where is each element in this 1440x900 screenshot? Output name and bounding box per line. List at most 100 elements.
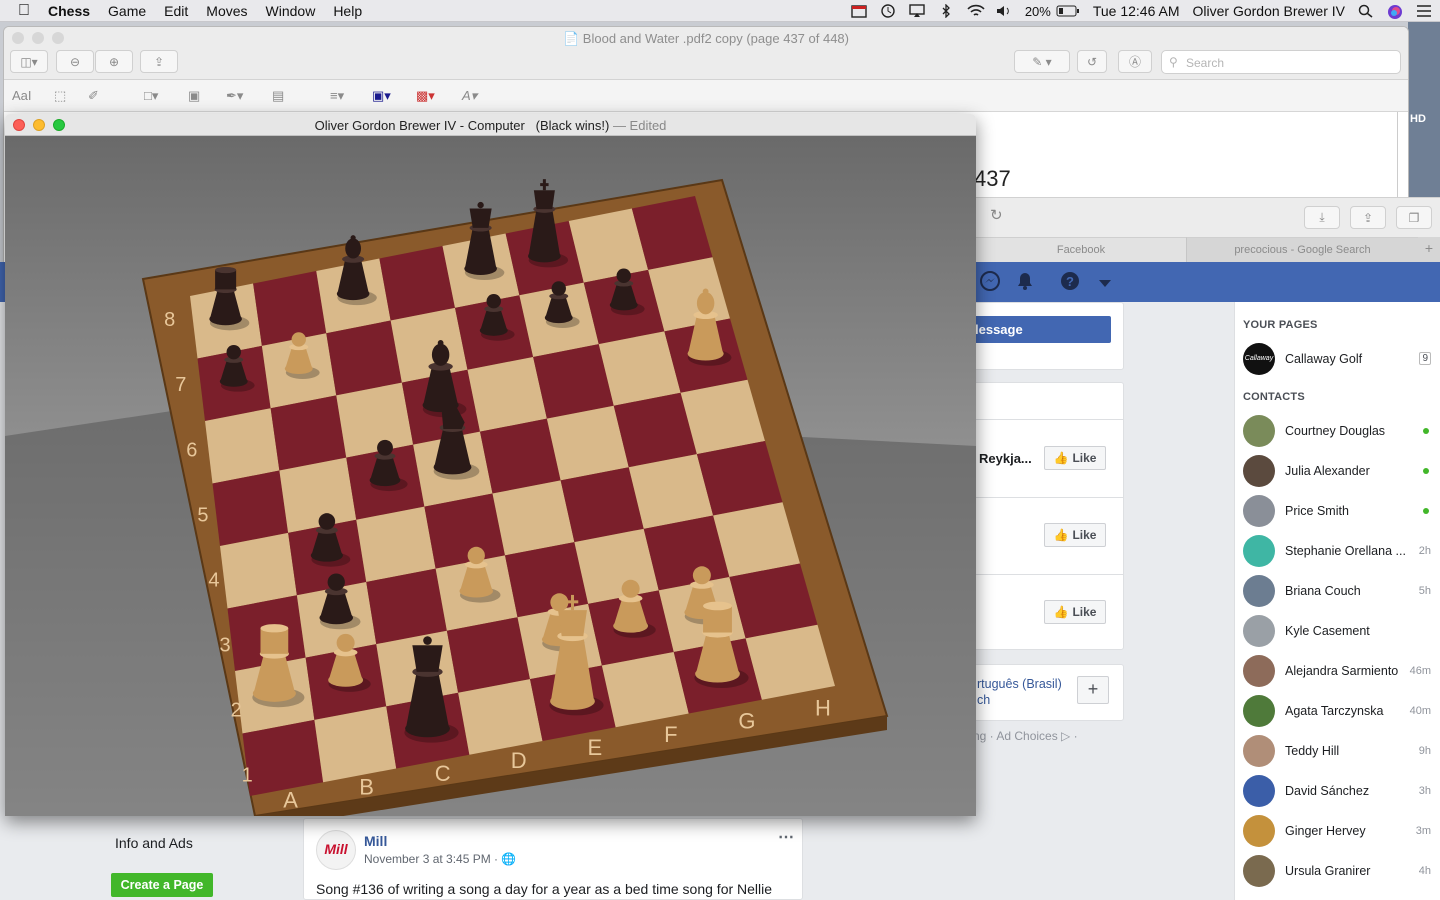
- contact-last-active: 9h: [1418, 745, 1431, 757]
- apple-icon[interactable]: : [0, 2, 39, 20]
- notification-center-icon[interactable]: [1416, 4, 1432, 18]
- contact-item[interactable]: Teddy Hill 9h: [1235, 732, 1440, 772]
- minimize-button[interactable]: [33, 119, 45, 131]
- messenger-icon[interactable]: [980, 271, 1000, 294]
- battery-percent: 20%: [1024, 3, 1051, 19]
- create-page-button[interactable]: Create a Page: [111, 873, 213, 897]
- info-and-ads-link[interactable]: Info and Ads: [115, 835, 193, 851]
- like-button[interactable]: 👍 Like: [1044, 600, 1106, 624]
- message-button[interactable]: lessage: [961, 316, 1111, 343]
- markup-pen-button[interactable]: ✎ ▾: [1014, 50, 1070, 73]
- board-square: [492, 480, 575, 556]
- pdf-page-number: 437: [974, 166, 1011, 191]
- safari-share-button[interactable]: ⇪: [1350, 206, 1386, 229]
- note-icon[interactable]: ▤: [272, 88, 284, 104]
- contact-item[interactable]: Alejandra Sarmiento 46m: [1235, 652, 1440, 692]
- online-indicator: [1423, 428, 1429, 434]
- tab-google-search[interactable]: precocious - Google Search: [1186, 237, 1418, 263]
- board-square: [560, 467, 644, 543]
- sign-icon[interactable]: ✒▾: [226, 88, 243, 104]
- contact-item[interactable]: Ursula Granirer 4h: [1235, 852, 1440, 892]
- footer-links[interactable]: ng · Ad Choices ▷ ·: [973, 729, 1078, 743]
- contact-item[interactable]: Briana Couch 5h: [1235, 572, 1440, 612]
- tabs-overview-button[interactable]: ❐: [1396, 206, 1432, 229]
- bluetooth-icon[interactable]: [938, 3, 954, 19]
- language-link[interactable]: ch: [977, 693, 990, 707]
- shapes-icon[interactable]: □▾: [144, 88, 158, 104]
- zoom-out-icon: ⊖: [69, 54, 81, 69]
- menubar-clock[interactable]: Tue 12:46 AM: [1093, 3, 1180, 19]
- wifi-icon[interactable]: [967, 4, 985, 18]
- menu-help[interactable]: Help: [324, 3, 371, 19]
- rotate-button[interactable]: ↺: [1077, 50, 1107, 73]
- suggestion-name[interactable]: Reykja...: [979, 451, 1032, 466]
- zoom-button[interactable]: [53, 119, 65, 131]
- time-machine-icon[interactable]: [880, 4, 896, 18]
- chess-board[interactable]: A B C D E F G H 1 2 3 4 5 6 7 8: [5, 136, 976, 816]
- chess-title: Oliver Gordon Brewer IV - Computer (Blac…: [314, 118, 610, 133]
- rect-selection-icon[interactable]: ⬚: [54, 88, 66, 104]
- globe-icon: 🌐: [501, 852, 517, 866]
- contact-name: Julia Alexander: [1285, 464, 1370, 478]
- contact-item[interactable]: Kyle Casement: [1235, 612, 1440, 652]
- share-button[interactable]: ⇪: [140, 50, 178, 73]
- tab-facebook[interactable]: Facebook: [976, 237, 1186, 263]
- zoom-in-button[interactable]: ⊕: [95, 50, 133, 73]
- preview-titlebar: 📄 Blood and Water .pdf2 copy (page 437 o…: [4, 27, 1408, 80]
- sidebar-toggle-button[interactable]: ◫▾: [10, 50, 48, 73]
- contact-item[interactable]: Ginger Hervey 3m: [1235, 812, 1440, 852]
- airplay-icon[interactable]: [909, 4, 925, 18]
- line-style-icon[interactable]: ≡▾: [330, 88, 344, 104]
- account-menu-icon[interactable]: [1099, 276, 1111, 291]
- menubar-user[interactable]: Oliver Gordon Brewer IV: [1193, 3, 1346, 19]
- reload-icon[interactable]: ↻: [990, 206, 1003, 224]
- notifications-icon[interactable]: [1016, 271, 1034, 294]
- new-tab-button[interactable]: +: [1418, 237, 1440, 263]
- post-avatar[interactable]: Mill: [316, 830, 356, 870]
- contact-item[interactable]: Agata Tarczynska 40m: [1235, 692, 1440, 732]
- text-selection-tool[interactable]: AaI: [12, 88, 32, 103]
- contact-item[interactable]: Julia Alexander: [1235, 452, 1440, 492]
- contact-item[interactable]: David Sánchez 3h: [1235, 772, 1440, 812]
- page-item[interactable]: Callaway Callaway Golf 9: [1235, 340, 1440, 380]
- contact-item[interactable]: Stephanie Orellana ... 2h: [1235, 532, 1440, 572]
- menu-edit[interactable]: Edit: [155, 3, 197, 19]
- post-menu-button[interactable]: ⋯: [778, 827, 794, 847]
- text-box-icon[interactable]: ▣: [188, 88, 200, 104]
- contact-item[interactable]: Price Smith: [1235, 492, 1440, 532]
- board-square: [390, 307, 468, 383]
- border-color-icon[interactable]: ▣▾: [372, 88, 391, 104]
- close-button[interactable]: [13, 119, 25, 131]
- help-icon[interactable]: ?: [1060, 271, 1080, 294]
- post-author[interactable]: Mill: [364, 833, 387, 849]
- online-indicator: [1423, 508, 1429, 514]
- fill-color-icon[interactable]: ▩▾: [416, 88, 435, 104]
- file-label: F: [664, 722, 677, 747]
- sketch-icon[interactable]: ✐: [88, 88, 99, 104]
- text-style-icon[interactable]: A▾: [462, 88, 477, 104]
- add-language-button[interactable]: +: [1077, 676, 1109, 704]
- spotlight-search-icon[interactable]: [1358, 4, 1374, 18]
- menu-game[interactable]: Game: [99, 3, 155, 19]
- battery-icon[interactable]: [1056, 4, 1080, 18]
- markup-button[interactable]: Ⓐ: [1118, 50, 1152, 73]
- post-timestamp[interactable]: November 3 at 3:45 PM · 🌐: [364, 852, 516, 866]
- menu-moves[interactable]: Moves: [197, 3, 256, 19]
- downloads-button[interactable]: ⤓: [1304, 206, 1340, 229]
- zoom-out-button[interactable]: ⊖: [56, 50, 94, 73]
- like-button[interactable]: 👍 Like: [1044, 523, 1106, 547]
- menu-window[interactable]: Window: [257, 3, 325, 19]
- page-avatar: Callaway: [1243, 343, 1275, 375]
- language-link[interactable]: rtuguês (Brasil): [977, 677, 1062, 691]
- menu-app-name[interactable]: Chess: [39, 3, 99, 19]
- pen-icon: ✎ ▾: [1032, 54, 1052, 69]
- like-button[interactable]: 👍 Like: [1044, 446, 1106, 470]
- contact-item[interactable]: Courtney Douglas: [1235, 412, 1440, 452]
- contact-name: Price Smith: [1285, 504, 1349, 518]
- board-square: [326, 320, 402, 396]
- calendar-icon[interactable]: [851, 4, 867, 18]
- search-input[interactable]: ⚲ Search: [1161, 50, 1401, 74]
- siri-icon[interactable]: [1387, 4, 1403, 19]
- contact-avatar: [1243, 735, 1275, 767]
- volume-icon[interactable]: [996, 4, 1012, 18]
